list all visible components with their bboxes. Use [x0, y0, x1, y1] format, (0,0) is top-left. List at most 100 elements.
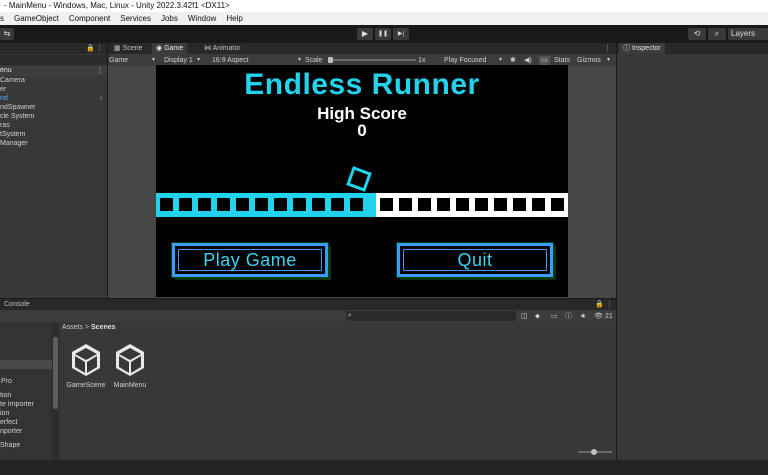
grid-icon: ▦	[114, 45, 123, 52]
folder-item[interactable]: erfect	[0, 418, 52, 427]
hierarchy-panel: 🔒 ⋮ enu ⋮ Camera er nd › ndSpawner cle Sy…	[0, 43, 107, 298]
menu-item-component[interactable]: Component	[64, 12, 115, 25]
tab-scene-label: Scene	[122, 45, 143, 52]
hierarchy-search-bar[interactable]	[0, 55, 107, 65]
mute-audio-icon[interactable]: ◀)	[524, 56, 532, 65]
info-icon[interactable]: ⓘ	[565, 312, 572, 321]
scale-label: Scale	[305, 57, 323, 64]
hierarchy-item[interactable]: er	[0, 85, 107, 94]
hierarchy-scene-row[interactable]: enu ⋮	[0, 66, 107, 76]
version-control-icon[interactable]: ⇆	[0, 28, 14, 40]
track	[156, 193, 568, 217]
panel-menu-icon[interactable]: ⋮	[606, 299, 613, 310]
tab-game[interactable]: ◉ Game	[152, 43, 188, 54]
aspect-dropdown[interactable]: 16:9 Aspect	[212, 56, 249, 65]
play-game-button[interactable]: Play Game	[172, 243, 328, 277]
hierarchy-item[interactable]: cle System	[0, 112, 107, 121]
breadcrumb-separator: >	[84, 324, 90, 331]
menu-item-services[interactable]: Services	[115, 12, 156, 25]
breadcrumb: Assets > Scenes	[62, 323, 116, 333]
hierarchy-item[interactable]: ndSpawner	[0, 103, 107, 112]
kebab-menu-icon[interactable]: ⋮	[96, 43, 103, 54]
menu-item-help[interactable]: Help	[221, 12, 247, 25]
folder-item[interactable]: Pro	[0, 377, 52, 386]
dropdown-arrow-icon: ▾	[152, 57, 156, 63]
menu-item-window[interactable]: Window	[183, 12, 221, 25]
scene-name: enu	[0, 67, 12, 74]
folder-item[interactable]: Shape	[0, 441, 52, 450]
gizmos-dropdown[interactable]: Gizmos	[577, 56, 601, 65]
menu-bar: s GameObject Component Services Jobs Win…	[0, 12, 768, 25]
search-icon: ⌕	[348, 312, 352, 319]
breadcrumb-scenes[interactable]: Scenes	[91, 324, 116, 331]
icon-size-slider-track[interactable]	[578, 449, 612, 455]
track-tiles	[156, 193, 568, 217]
panel-menu-icon[interactable]: ⋮	[604, 43, 611, 54]
folder-item[interactable]: tion	[0, 391, 52, 400]
hierarchy-item[interactable]: Manager	[0, 139, 107, 148]
hidden-count-icon[interactable]: 👁	[594, 312, 603, 321]
scene-menu-icon[interactable]: ⋮	[96, 66, 104, 75]
display-dropdown[interactable]: Display 1	[164, 56, 193, 65]
lock-icon[interactable]: 🔒	[595, 299, 604, 310]
play-mode-dropdown[interactable]: Play Focused	[444, 56, 486, 65]
folder-tree-scrollbar[interactable]	[52, 323, 59, 460]
scale-slider-handle[interactable]	[328, 57, 333, 63]
scrollbar-thumb[interactable]	[53, 337, 58, 409]
hierarchy-item[interactable]: Camera	[0, 76, 107, 85]
folder-tree-selected-row[interactable]	[0, 360, 52, 369]
favorite-star-icon[interactable]: ★	[580, 312, 586, 321]
menu-item-file[interactable]: s	[0, 12, 9, 25]
breadcrumb-assets[interactable]: Assets	[62, 324, 83, 331]
unity-scene-icon	[72, 344, 100, 376]
folder-item[interactable]: te Importer	[0, 400, 52, 409]
filter-import-icon[interactable]: ▭	[551, 312, 558, 321]
menu-item-gameobject[interactable]: GameObject	[9, 12, 64, 25]
info-icon: ⓘ	[623, 45, 632, 52]
pause-button[interactable]: ❚❚	[375, 28, 391, 40]
bug-icon[interactable]: ✱	[510, 56, 516, 65]
scene-asset-gamescene[interactable]: GameScene	[64, 343, 108, 389]
asset-label: GameScene	[66, 382, 106, 389]
step-button[interactable]: ▶|	[393, 28, 409, 40]
filter-label-icon[interactable]: ⬥	[535, 312, 540, 321]
chevron-right-icon[interactable]: ›	[100, 94, 102, 103]
layers-dropdown[interactable]: Layers	[728, 28, 768, 40]
icon-size-slider-handle[interactable]	[591, 449, 597, 455]
tab-scene[interactable]: ▦ Scene	[110, 43, 146, 54]
scale-value: 1x	[418, 57, 426, 64]
player-cube	[346, 166, 372, 192]
menu-item-jobs[interactable]: Jobs	[156, 12, 183, 25]
dropdown-arrow-icon: ▾	[499, 57, 503, 63]
game-render[interactable]: Endless Runner High Score 0 Play Game Qu…	[156, 65, 568, 297]
folder-item[interactable]: nporter	[0, 427, 52, 436]
lock-icon[interactable]: 🔒	[86, 43, 95, 54]
tab-inspector[interactable]: ⓘ Inspector	[619, 43, 665, 54]
scale-slider-track[interactable]	[328, 59, 416, 61]
project-toolbar: ⌕ ◫ ⬥ ▭ ⓘ ★ 👁 21	[0, 310, 616, 322]
folder-item[interactable]: ion	[0, 409, 52, 418]
tab-animator[interactable]: ⋈ Animator	[200, 43, 245, 54]
gizmo-toggle-icon[interactable]: ▭	[539, 56, 550, 65]
quit-button-label: Quit	[457, 250, 493, 270]
history-icon[interactable]: ⟲	[688, 28, 706, 40]
unity-scene-icon	[116, 344, 144, 376]
game-title: Endless Runner	[244, 68, 480, 101]
hierarchy-item[interactable]: tSystem	[0, 130, 107, 139]
game-dropdown[interactable]: Game	[109, 56, 128, 65]
main-toolbar: ⇆ ▶ ❚❚ ▶| ⟲ ⌕ Layers	[0, 25, 768, 43]
project-search-input[interactable]: ⌕	[346, 311, 516, 321]
stats-button[interactable]: Stats	[554, 56, 570, 65]
scene-asset-mainmenu[interactable]: MainMenu	[108, 343, 152, 389]
search-icon[interactable]: ⌕	[708, 28, 726, 40]
tab-inspector-label: Inspector	[631, 45, 661, 52]
tab-console[interactable]: Console	[0, 299, 34, 310]
layers-label: Layers	[731, 29, 756, 38]
folder-list: Pro tion te Importer ion erfect nporter …	[0, 377, 52, 450]
quit-button[interactable]: Quit	[397, 243, 553, 277]
filter-type-icon[interactable]: ◫	[521, 312, 528, 321]
gamepad-icon: ◉	[156, 45, 165, 52]
hierarchy-item[interactable]: ras	[0, 121, 107, 130]
hierarchy-item[interactable]: nd ›	[0, 94, 107, 103]
play-button[interactable]: ▶	[357, 28, 373, 40]
